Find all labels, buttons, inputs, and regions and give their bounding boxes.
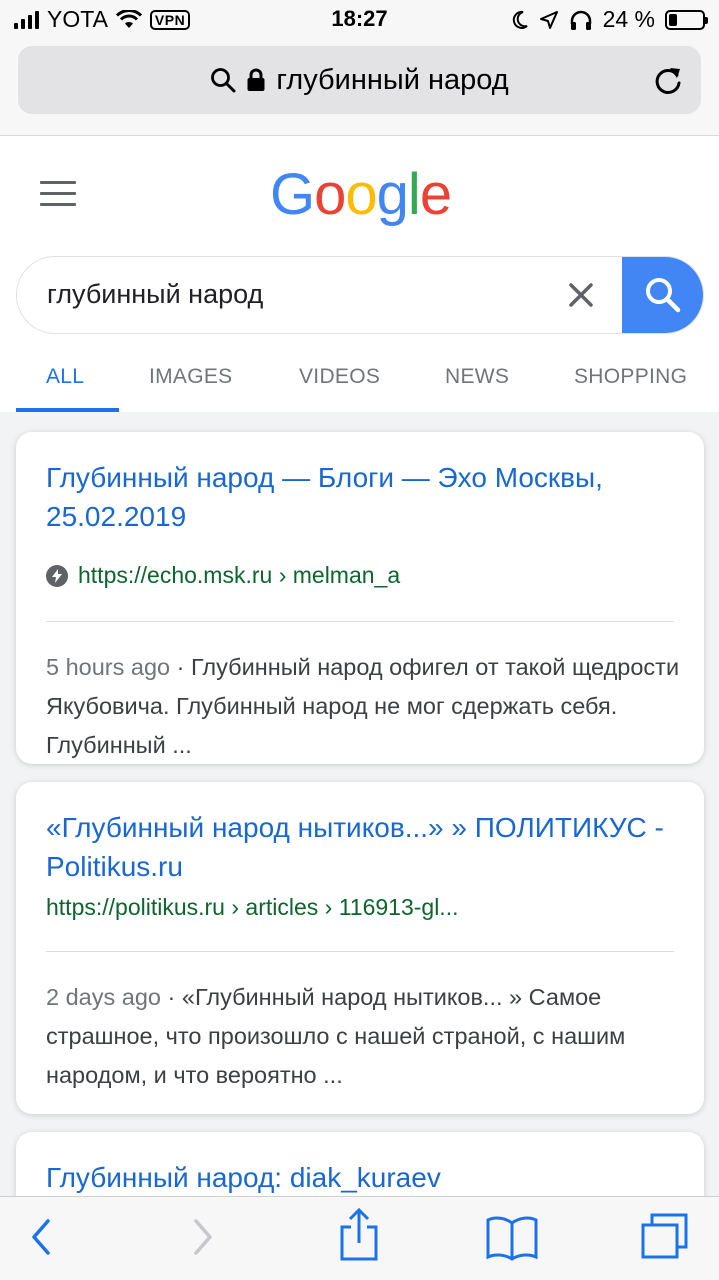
result-url[interactable]: https://echo.msk.ru › melman_a xyxy=(46,562,400,589)
tab-shopping[interactable]: SHOPPING xyxy=(574,365,687,389)
tab-news[interactable]: NEWS xyxy=(445,365,509,389)
lock-icon xyxy=(247,68,265,91)
result-snippet: 2 days ago · «Глубинный народ нытиков...… xyxy=(46,978,686,1095)
menu-icon[interactable] xyxy=(40,181,76,214)
clear-icon[interactable] xyxy=(565,279,597,311)
result-url[interactable]: https://politikus.ru › articles › 116913… xyxy=(46,894,458,921)
moon-icon xyxy=(512,10,528,29)
result-url-text: https://echo.msk.ru › melman_a xyxy=(78,562,401,588)
search-tabs: ALL IMAGES VIDEOS NEWS SHOPPING xyxy=(0,355,719,412)
battery-fill xyxy=(669,13,677,26)
search-box[interactable]: глубинный народ xyxy=(16,256,704,334)
search-button[interactable] xyxy=(622,257,703,333)
bookmarks-icon[interactable] xyxy=(486,1215,538,1261)
result-snippet: 5 hours ago · Глубинный народ офигел от … xyxy=(46,648,686,765)
logo-letter: l xyxy=(407,162,421,227)
safari-toolbar xyxy=(0,1196,719,1280)
address-text: глубинный народ xyxy=(276,63,509,96)
result-url-text: https://politikus.ru › articles › 116913… xyxy=(46,894,459,920)
screen: YOTA VPN 18:27 24 % глубинный народ Goog… xyxy=(0,0,719,1280)
reload-icon[interactable] xyxy=(653,65,683,97)
status-bar: YOTA VPN 18:27 24 % xyxy=(0,0,719,40)
result-title[interactable]: Глубинный народ: diak_kuraev xyxy=(46,1158,676,1197)
card-divider xyxy=(46,621,674,622)
headphones-icon xyxy=(570,10,591,30)
battery-icon xyxy=(665,9,708,30)
result-title[interactable]: Глубинный народ — Блоги — Эхо Москвы, 25… xyxy=(46,458,676,536)
search-icon xyxy=(211,68,236,93)
back-icon[interactable] xyxy=(28,1215,54,1259)
google-header: Google глубинный народ ALL IMAGES VIDEOS… xyxy=(0,137,719,412)
safari-header: глубинный народ xyxy=(0,40,719,136)
result-date: 5 hours ago xyxy=(46,654,171,680)
snippet-separator: · xyxy=(167,984,182,1010)
tab-videos[interactable]: VIDEOS xyxy=(299,365,380,389)
status-right: 24 % xyxy=(511,6,708,33)
card-divider xyxy=(46,951,674,952)
amp-icon xyxy=(46,564,68,587)
logo-letter: g xyxy=(376,162,409,227)
share-icon[interactable] xyxy=(338,1207,380,1263)
tab-all[interactable]: ALL xyxy=(46,365,84,389)
battery-percent: 24 % xyxy=(602,6,655,32)
snippet-separator: · xyxy=(176,654,192,680)
result-card: «Глубинный народ нытиков...» » ПОЛИТИКУС… xyxy=(16,782,704,1114)
result-title[interactable]: «Глубинный народ нытиков...» » ПОЛИТИКУС… xyxy=(46,808,676,886)
logo-letter: G xyxy=(270,162,315,227)
location-icon xyxy=(539,10,558,29)
tab-images[interactable]: IMAGES xyxy=(149,365,232,389)
search-input[interactable]: глубинный народ xyxy=(47,279,263,310)
google-logo[interactable]: Google xyxy=(270,161,452,228)
logo-letter: e xyxy=(419,162,452,227)
forward-icon[interactable] xyxy=(190,1215,216,1259)
results-list: Глубинный народ — Блоги — Эхо Москвы, 25… xyxy=(0,412,719,1252)
search-icon xyxy=(646,278,681,313)
logo-letter: o xyxy=(345,162,377,227)
result-card: Глубинный народ — Блоги — Эхо Москвы, 25… xyxy=(16,432,704,764)
tabs-icon[interactable] xyxy=(640,1213,690,1261)
result-date: 2 days ago xyxy=(46,984,161,1010)
address-bar[interactable]: глубинный народ xyxy=(18,46,701,114)
logo-letter: o xyxy=(314,162,346,227)
